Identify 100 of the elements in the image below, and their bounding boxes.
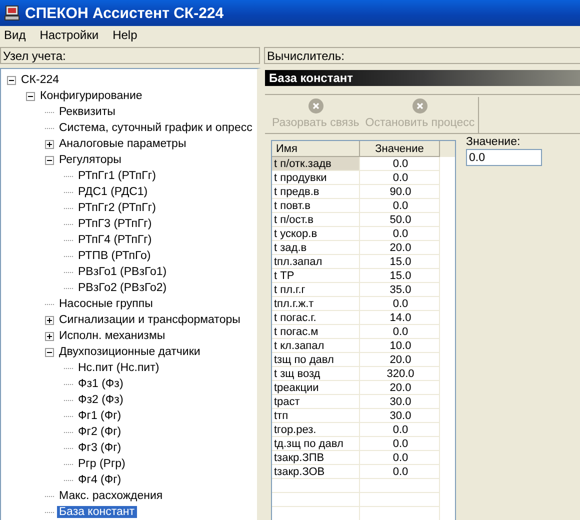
section-label: Вычислитель:: [264, 47, 580, 64]
table-cell: 0.0: [360, 297, 440, 311]
table-cell: 0.0: [360, 199, 440, 213]
tree-item[interactable]: Фг2 (Фг): [76, 426, 124, 438]
table-cell: 50.0: [360, 213, 440, 227]
table-cell: 0.0: [360, 157, 440, 171]
tree-item[interactable]: Реквизиты: [57, 106, 118, 118]
tree-item[interactable]: Насосные группы: [57, 298, 155, 310]
table-cell: 0.0: [360, 171, 440, 185]
collapse-icon[interactable]: [7, 76, 16, 84]
table-row[interactable]: t продувки 0.0: [272, 171, 455, 185]
tree-item[interactable]: Фг3 (Фг): [76, 442, 124, 454]
table-cell: t ТР: [272, 269, 360, 283]
table-cell: 20.0: [360, 353, 440, 367]
table-row[interactable]: tзакр.ЗПВ 0.0: [272, 451, 455, 465]
field-label: Значение:: [466, 136, 522, 148]
tree-item[interactable]: Конфигурирование: [38, 90, 144, 102]
tree-item[interactable]: Фг1 (Фг): [76, 410, 124, 422]
table-cell: 15.0: [360, 269, 440, 283]
tree-item[interactable]: Фг4 (Фг): [76, 474, 124, 486]
tree-item[interactable]: Система, суточный график и опресс: [57, 122, 254, 134]
tree-item[interactable]: РТпГ4 (РТпГг): [76, 234, 154, 246]
tree-item[interactable]: Макс. расхождения: [57, 490, 165, 502]
table-row[interactable]: t зщ возд 320.0: [272, 367, 455, 381]
expand-icon[interactable]: [45, 140, 54, 148]
table-cell: 320.0: [360, 367, 440, 381]
table-cell: t предв.в: [272, 185, 360, 199]
tree-item[interactable]: СК-224: [19, 74, 62, 86]
table-row[interactable]: t погас.м 0.0: [272, 325, 455, 339]
collapse-icon[interactable]: [45, 348, 54, 356]
table-cell: t зад.в: [272, 241, 360, 255]
table-row[interactable]: t повт.в 0.0: [272, 199, 455, 213]
expand-icon[interactable]: [45, 332, 54, 340]
table-row[interactable]: tгор.рез. 0.0: [272, 423, 455, 437]
tree-item[interactable]: Фз2 (Фз): [76, 394, 126, 406]
menu-item[interactable]: Вид: [4, 28, 26, 42]
tree-item[interactable]: Нс.пит (Нс.пит): [76, 362, 162, 374]
tree-item[interactable]: Фз1 (Фз): [76, 378, 126, 390]
table-cell: t ускор.в: [272, 227, 360, 241]
table-row[interactable]: t ТР 15.0: [272, 269, 455, 283]
section-label: Узел учета:: [0, 47, 260, 64]
tree-item[interactable]: РТпГ3 (РТпГг): [76, 218, 154, 230]
tree-item[interactable]: РДС1 (РДС1): [76, 186, 150, 198]
collapse-icon[interactable]: [45, 156, 54, 164]
table-cell: 14.0: [360, 311, 440, 325]
table-row[interactable]: t п/отк.задв 0.0: [272, 157, 455, 171]
close-icon: [308, 98, 324, 114]
table-cell: tзщ по давл: [272, 353, 360, 367]
table-row[interactable]: tпл.запал 15.0: [272, 255, 455, 269]
table-row[interactable]: t погас.г. 14.0: [272, 311, 455, 325]
tree-item[interactable]: РВзГо2 (РВзГо2): [76, 282, 169, 294]
tree-item[interactable]: Ргр (Ргр): [76, 458, 128, 470]
table-cell: t п/ост.в: [272, 213, 360, 227]
table-row[interactable]: tзакр.ЗОВ 0.0: [272, 465, 455, 479]
tree-item[interactable]: РВзГо1 (РВзГо1): [76, 266, 169, 278]
table-row[interactable]: t пл.г.г 35.0: [272, 283, 455, 297]
table-cell: 20.0: [360, 241, 440, 255]
menu-item[interactable]: Настройки: [40, 28, 99, 42]
table-row[interactable]: t зад.в 20.0: [272, 241, 455, 255]
table-row[interactable]: t ускор.в 0.0: [272, 227, 455, 241]
table-cell: 15.0: [360, 255, 440, 269]
value-field[interactable]: 0.0: [466, 149, 542, 166]
table-cell: 20.0: [360, 381, 440, 395]
table-row[interactable]: t п/ост.в 50.0: [272, 213, 455, 227]
table-row[interactable]: tреакции 20.0: [272, 381, 455, 395]
tree-item[interactable]: РТПВ (РТпГо): [76, 250, 153, 262]
table-cell: 30.0: [360, 409, 440, 423]
tree-item[interactable]: Двухпозиционные датчики: [57, 346, 202, 358]
table-cell: 10.0: [360, 339, 440, 353]
table-row[interactable]: tд.зщ по давл 0.0: [272, 437, 455, 451]
tree-item[interactable]: Регуляторы: [57, 154, 124, 166]
column-header[interactable]: Значение: [360, 141, 440, 157]
window-title: СПЕКОН Ассистент СК-224: [25, 4, 224, 22]
table-cell: 0.0: [360, 451, 440, 465]
tree-item[interactable]: РТпГг1 (РТпГг): [76, 170, 158, 182]
table-cell: 30.0: [360, 395, 440, 409]
tree-item[interactable]: Исполн. механизмы: [57, 330, 168, 342]
tree-item[interactable]: Аналоговые параметры: [57, 138, 188, 150]
close-icon: [412, 98, 428, 114]
tree-item[interactable]: РТпГг2 (РТпГг): [76, 202, 158, 214]
table-cell: tгор.рез.: [272, 423, 360, 437]
tree-item[interactable]: Сигнализации и трансформаторы: [57, 314, 242, 326]
table-cell: tтп: [272, 409, 360, 423]
table-row[interactable]: tзщ по давл 20.0: [272, 353, 455, 367]
table-cell: t продувки: [272, 171, 360, 185]
table-row[interactable]: tтп 30.0: [272, 409, 455, 423]
table-cell: tзакр.ЗПВ: [272, 451, 360, 465]
menu-item[interactable]: Help: [112, 28, 138, 42]
table-cell: t кл.запал: [272, 339, 360, 353]
table-row[interactable]: tраст 30.0: [272, 395, 455, 409]
expand-icon[interactable]: [45, 316, 54, 324]
table-cell: tпл.г.ж.т: [272, 297, 360, 311]
tree-item[interactable]: База констант: [57, 506, 136, 518]
table-row[interactable]: t предв.в 90.0: [272, 185, 455, 199]
table-cell: t зщ возд: [272, 367, 360, 381]
collapse-icon[interactable]: [26, 92, 35, 100]
table-row[interactable]: t кл.запал 10.0: [272, 339, 455, 353]
table-row[interactable]: tпл.г.ж.т 0.0: [272, 297, 455, 311]
table-cell: 0.0: [360, 465, 440, 479]
table-cell: 0.0: [360, 423, 440, 437]
